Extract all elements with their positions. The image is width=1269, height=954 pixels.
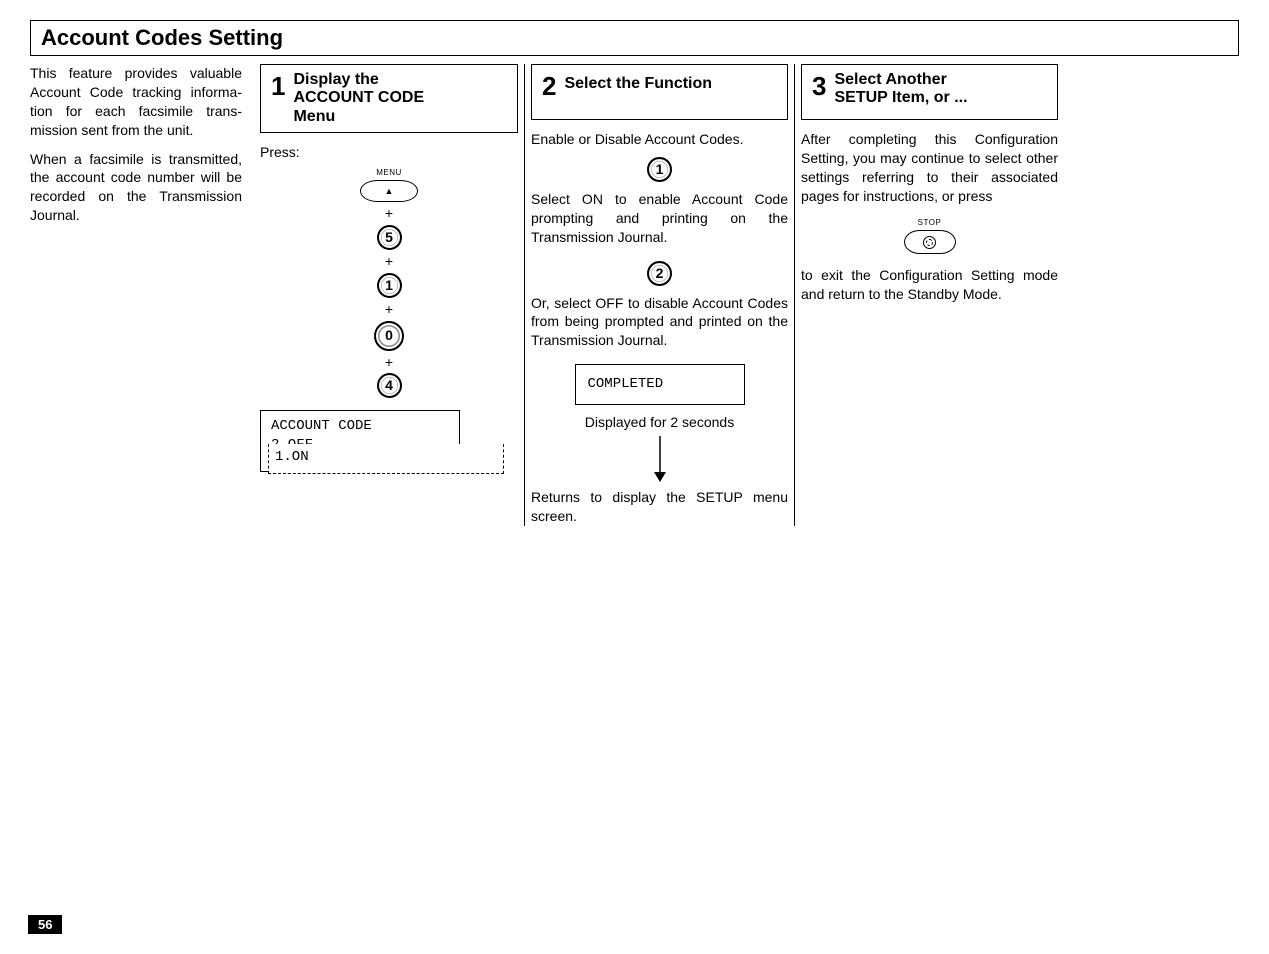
step3-header: 3 Select Another SETUP Item, or ...	[801, 64, 1058, 120]
step3-title-line2: SETUP Item, or ...	[834, 89, 967, 107]
lcd-line1: ACCOUNT CODE	[271, 417, 449, 436]
returns-text: Returns to display the SETUP menu screen…	[531, 488, 788, 526]
step1-header: 1 Display the ACCOUNT CODE Menu	[260, 64, 518, 133]
step2-column: 2 Select the Function Enable or Disable …	[524, 64, 794, 526]
key-1-wrap: 1	[531, 157, 788, 182]
plus-icon: +	[385, 300, 393, 319]
keypad-1-option[interactable]: 1	[647, 157, 672, 182]
menu-button-label: MENU	[376, 168, 402, 179]
displayed-2s-label: Displayed for 2 seconds	[531, 413, 788, 432]
step3-title: Select Another SETUP Item, or ...	[834, 71, 967, 108]
section-title-box: Account Codes Setting	[30, 20, 1239, 56]
keypad-4[interactable]: 4	[377, 373, 402, 398]
plus-icon: +	[385, 252, 393, 271]
arrow-down-icon	[531, 436, 788, 482]
lcd-overlay: 1.ON	[268, 444, 504, 474]
keypad-1[interactable]: 1	[377, 273, 402, 298]
key-sequence: MENU ▲ + 5 + 1 + 0 + 4	[260, 168, 518, 398]
step1-body: Press: MENU ▲ + 5 + 1 + 0 + 4	[260, 143, 518, 472]
enable-disable-text: Enable or Disable Account Codes.	[531, 130, 788, 149]
stop-button-label: STOP	[918, 218, 942, 229]
step3-body: After completing this Configu­ration Set…	[801, 130, 1058, 304]
step2-header: 2 Select the Function	[531, 64, 788, 120]
lcd-display-group: ACCOUNT CODE 2.OFF 1.ON	[260, 410, 498, 472]
step2-number: 2	[542, 71, 556, 102]
plus-icon: +	[385, 204, 393, 223]
page: Account Codes Setting This feature provi…	[0, 0, 1269, 526]
after-config-text: After completing this Configu­ration Set…	[801, 130, 1058, 206]
stop-button[interactable]: STOP	[801, 218, 1058, 255]
main-row: This feature provides valuable Account C…	[30, 64, 1239, 526]
steps-columns: 1 Display the ACCOUNT CODE Menu Press: M…	[254, 64, 1239, 526]
step3-number: 3	[812, 71, 826, 102]
step2-body: Enable or Disable Account Codes. 1 Selec…	[531, 130, 788, 526]
keypad-5[interactable]: 5	[377, 225, 402, 250]
step2-title: Select the Function	[564, 71, 712, 93]
select-off-text: Or, select OFF to disable Ac­count Codes…	[531, 294, 788, 351]
menu-button[interactable]: MENU ▲	[360, 168, 418, 202]
section-title: Account Codes Setting	[41, 25, 1228, 51]
completed-display: COMPLETED	[575, 364, 745, 405]
plus-icon: +	[385, 353, 393, 372]
stop-icon	[923, 236, 936, 249]
stop-button-shape	[904, 230, 956, 254]
page-number: 56	[28, 915, 62, 934]
press-label: Press:	[260, 143, 518, 162]
step3-title-line1: Select Another	[834, 71, 967, 89]
step1-title-line2: ACCOUNT CODE	[293, 89, 424, 107]
keypad-2-option[interactable]: 2	[647, 261, 672, 286]
menu-button-shape: ▲	[360, 180, 418, 202]
intro-paragraph-2: When a facsimile is transmit­ted, the ac…	[30, 150, 242, 226]
step1-title-line3: Menu	[293, 108, 424, 126]
step1-title-line1: Display the	[293, 71, 424, 89]
exit-text: to exit the Configuration Set­ting mode …	[801, 266, 1058, 304]
step3-column: 3 Select Another SETUP Item, or ... Afte…	[794, 64, 1064, 526]
keypad-0[interactable]: 0	[374, 321, 404, 351]
step1-number: 1	[271, 71, 285, 102]
intro-column: This feature provides valuable Account C…	[30, 64, 248, 526]
step1-column: 1 Display the ACCOUNT CODE Menu Press: M…	[254, 64, 524, 526]
intro-paragraph-1: This feature provides valuable Account C…	[30, 64, 242, 140]
key-2-wrap: 2	[531, 261, 788, 286]
select-on-text: Select ON to enable Account Code prompti…	[531, 190, 788, 247]
step1-title: Display the ACCOUNT CODE Menu	[293, 71, 424, 126]
